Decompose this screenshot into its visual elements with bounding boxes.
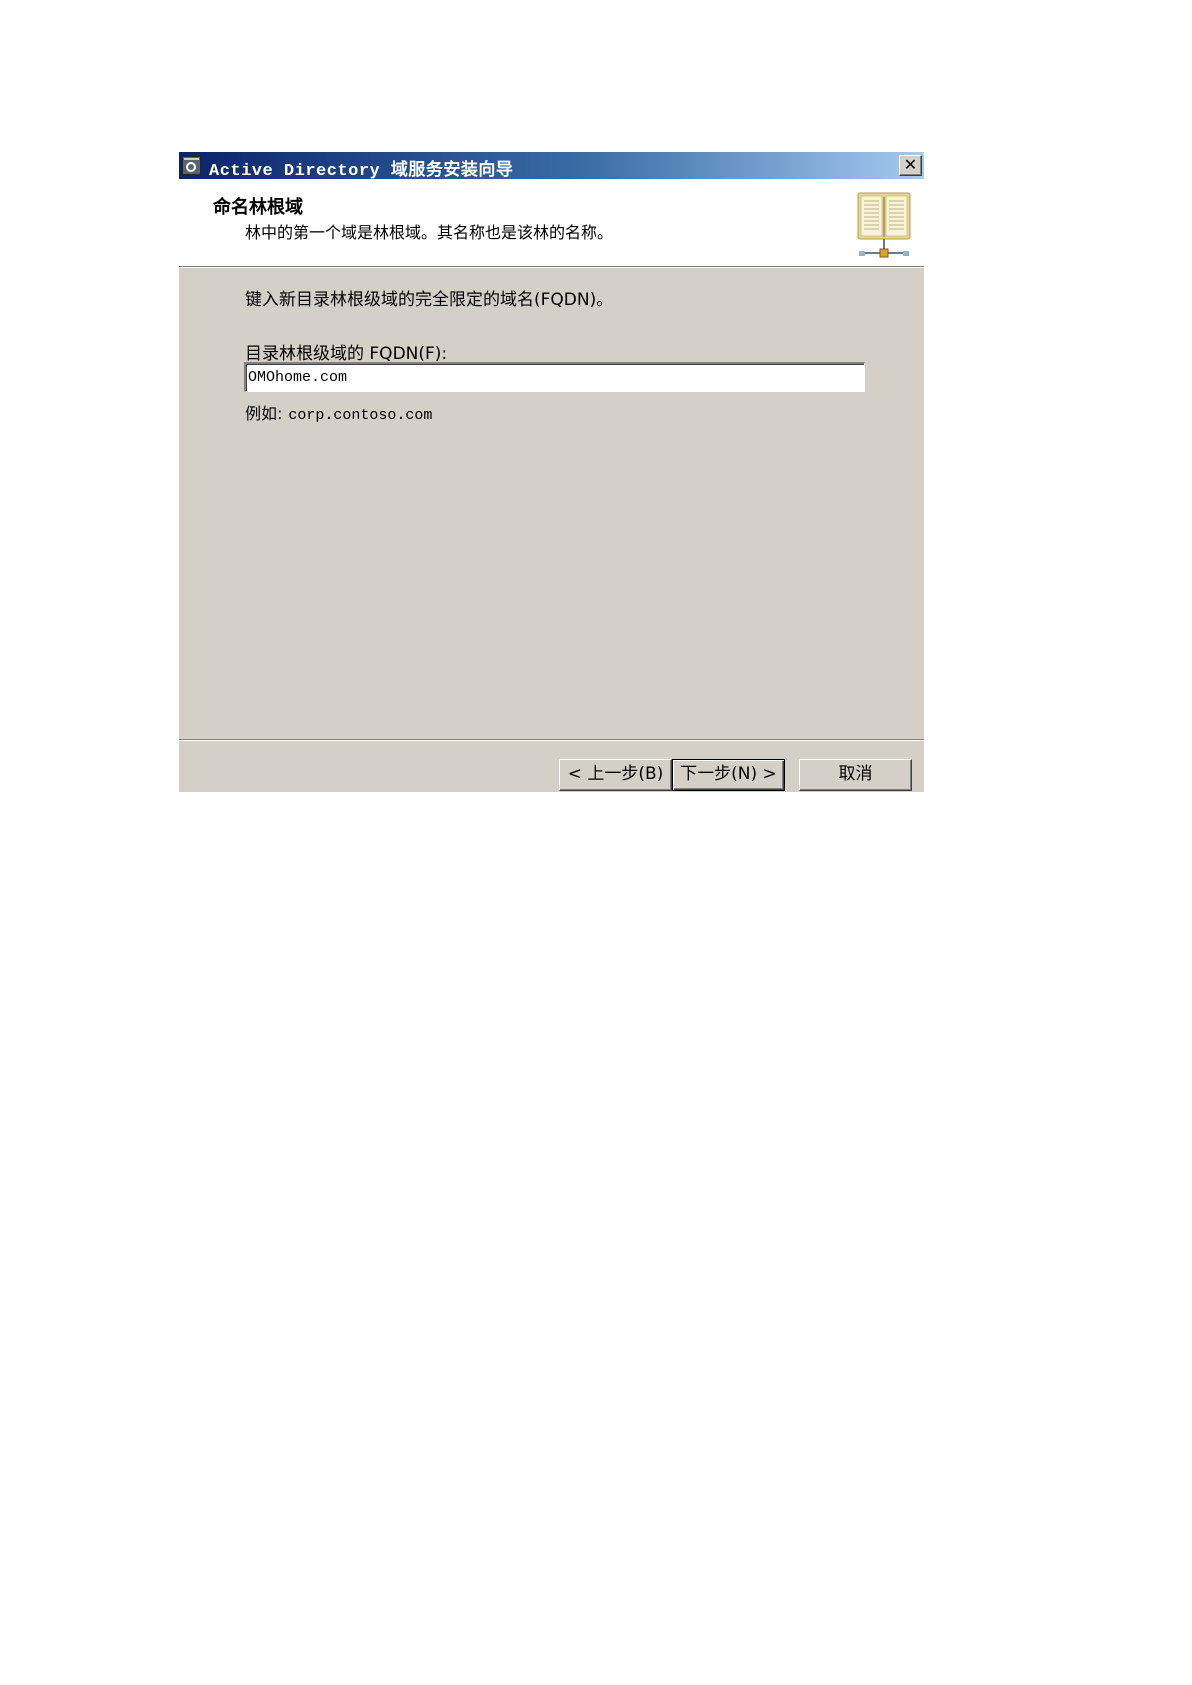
next-button[interactable]: 下一步(N) > [672,759,785,791]
back-button[interactable]: < 上一步(B) [559,759,672,791]
footer-divider [179,739,924,741]
close-button[interactable]: ✕ [899,155,922,176]
wizard-content: 键入新目录林根级域的完全限定的域名(FQDN)。 目录林根级域的 FQDN(F)… [179,269,924,739]
cancel-button[interactable]: 取消 [799,759,912,791]
title-bar[interactable]: Active Directory 域服务安装向导 ✕ [179,152,924,181]
ad-ds-install-wizard-dialog: Active Directory 域服务安装向导 ✕ 命名林根域 林中的第一个域… [179,152,924,792]
wizard-app-icon [182,156,201,175]
page-subtitle: 林中的第一个域是林根域。其名称也是该林的名称。 [245,223,614,242]
fqdn-label: 目录林根级域的 FQDN(F): [245,344,448,364]
example-label: 例如: [245,404,283,423]
example-text: 例如: corp.contoso.com [245,400,432,424]
window-title: Active Directory 域服务安装向导 [209,162,514,181]
book-icon [857,192,911,258]
wizard-header: 命名林根域 林中的第一个域是林根域。其名称也是该林的名称。 [179,179,924,268]
instruction-text: 键入新目录林根级域的完全限定的域名(FQDN)。 [245,290,614,310]
page-title: 命名林根域 [213,197,303,218]
example-value: corp.contoso.com [288,407,433,424]
fqdn-input[interactable] [244,362,865,392]
close-icon: ✕ [903,155,918,174]
